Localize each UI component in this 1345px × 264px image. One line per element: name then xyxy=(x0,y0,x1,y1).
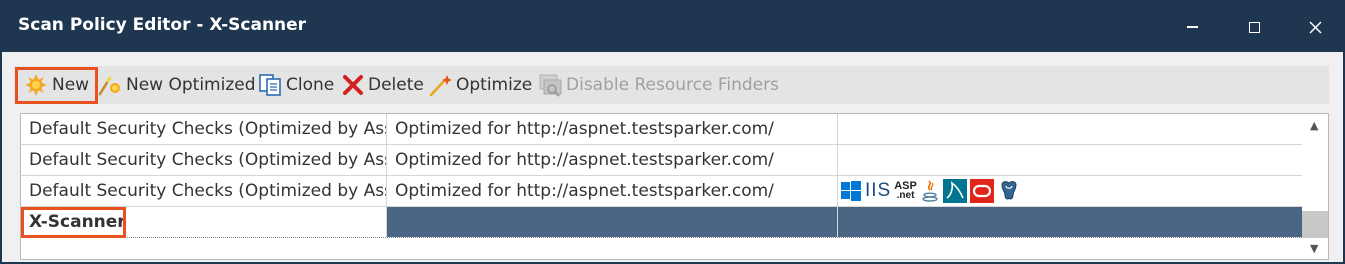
minimize-button[interactable] xyxy=(1159,2,1225,52)
oracle-icon xyxy=(969,179,994,203)
delete-button[interactable]: Delete xyxy=(342,66,424,104)
scroll-up-arrow-icon[interactable]: ▲ xyxy=(1310,119,1318,132)
policy-name-cell: Default Security Checks (Optimized by As… xyxy=(21,114,387,144)
x-scanner-row-highlight xyxy=(21,207,126,238)
policy-name-cell: Default Security Checks (Optimized by As… xyxy=(21,176,387,206)
policy-name-cell: Default Security Checks (Optimized by As… xyxy=(21,145,387,175)
mysql-icon xyxy=(942,179,967,203)
windows-icon xyxy=(840,179,862,203)
optimize-icon xyxy=(429,75,452,97)
new-button-highlight xyxy=(15,67,98,104)
title-bar[interactable]: Scan Policy Editor - X-Scanner xyxy=(2,2,1343,52)
clone-label: Clone xyxy=(286,75,335,95)
delete-icon xyxy=(343,75,363,95)
policy-technologies-cell xyxy=(838,114,1304,144)
toolbar: New New Optimized Clone Delete Optimize … xyxy=(14,66,1329,104)
policy-technologies-cell: IIS ASP .net xyxy=(838,176,1304,206)
policy-description-cell: Optimized for http://aspnet.testsparker.… xyxy=(387,145,838,175)
technology-icons: IIS ASP .net xyxy=(838,179,1021,203)
scan-policy-editor-window: Scan Policy Editor - X-Scanner New New O… xyxy=(0,0,1345,264)
clone-button[interactable]: Clone xyxy=(258,66,334,104)
policy-technologies-cell xyxy=(838,145,1304,175)
new-optimized-button[interactable]: New Optimized xyxy=(98,66,256,104)
disable-resource-finders-button[interactable]: Disable Resource Finders xyxy=(538,66,779,104)
maximize-icon xyxy=(1248,21,1260,33)
close-icon xyxy=(1308,20,1322,34)
vertical-scrollbar[interactable]: ▲ ▼ xyxy=(1302,114,1328,259)
clone-icon xyxy=(259,74,281,96)
policy-description-cell: Optimized for http://aspnet.testsparker.… xyxy=(387,114,838,144)
optimize-label: Optimize xyxy=(456,75,533,95)
disable-resource-finders-icon xyxy=(539,74,562,97)
policy-grid: Default Security Checks (Optimized by As… xyxy=(20,113,1329,260)
new-optimized-icon xyxy=(98,76,120,96)
close-button[interactable] xyxy=(1282,2,1345,52)
optimize-button[interactable]: Optimize xyxy=(428,66,532,104)
aspnet-icon: ASP .net xyxy=(894,180,917,201)
minimize-icon xyxy=(1186,26,1198,28)
disable-resource-finders-label: Disable Resource Finders xyxy=(566,75,779,95)
table-row[interactable]: Default Security Checks (Optimized by As… xyxy=(21,114,1304,145)
maximize-button[interactable] xyxy=(1221,2,1287,52)
policy-description-cell xyxy=(387,207,838,237)
table-row-selected[interactable]: X-Scanner xyxy=(21,207,1304,238)
scroll-down-arrow-icon[interactable]: ▼ xyxy=(1310,242,1318,255)
window-title: Scan Policy Editor - X-Scanner xyxy=(18,15,307,35)
iis-icon: IIS xyxy=(865,180,892,201)
table-row[interactable]: Default Security Checks (Optimized by As… xyxy=(21,145,1304,176)
scrollbar-thumb[interactable] xyxy=(1302,211,1328,238)
policy-description-cell: Optimized for http://aspnet.testsparker.… xyxy=(387,176,838,206)
policy-technologies-cell xyxy=(838,207,1304,237)
new-optimized-label: New Optimized xyxy=(126,75,256,95)
table-row[interactable]: Default Security Checks (Optimized by As… xyxy=(21,176,1304,207)
delete-label: Delete xyxy=(368,75,424,95)
postgresql-icon xyxy=(997,179,1021,203)
java-icon xyxy=(920,179,940,203)
